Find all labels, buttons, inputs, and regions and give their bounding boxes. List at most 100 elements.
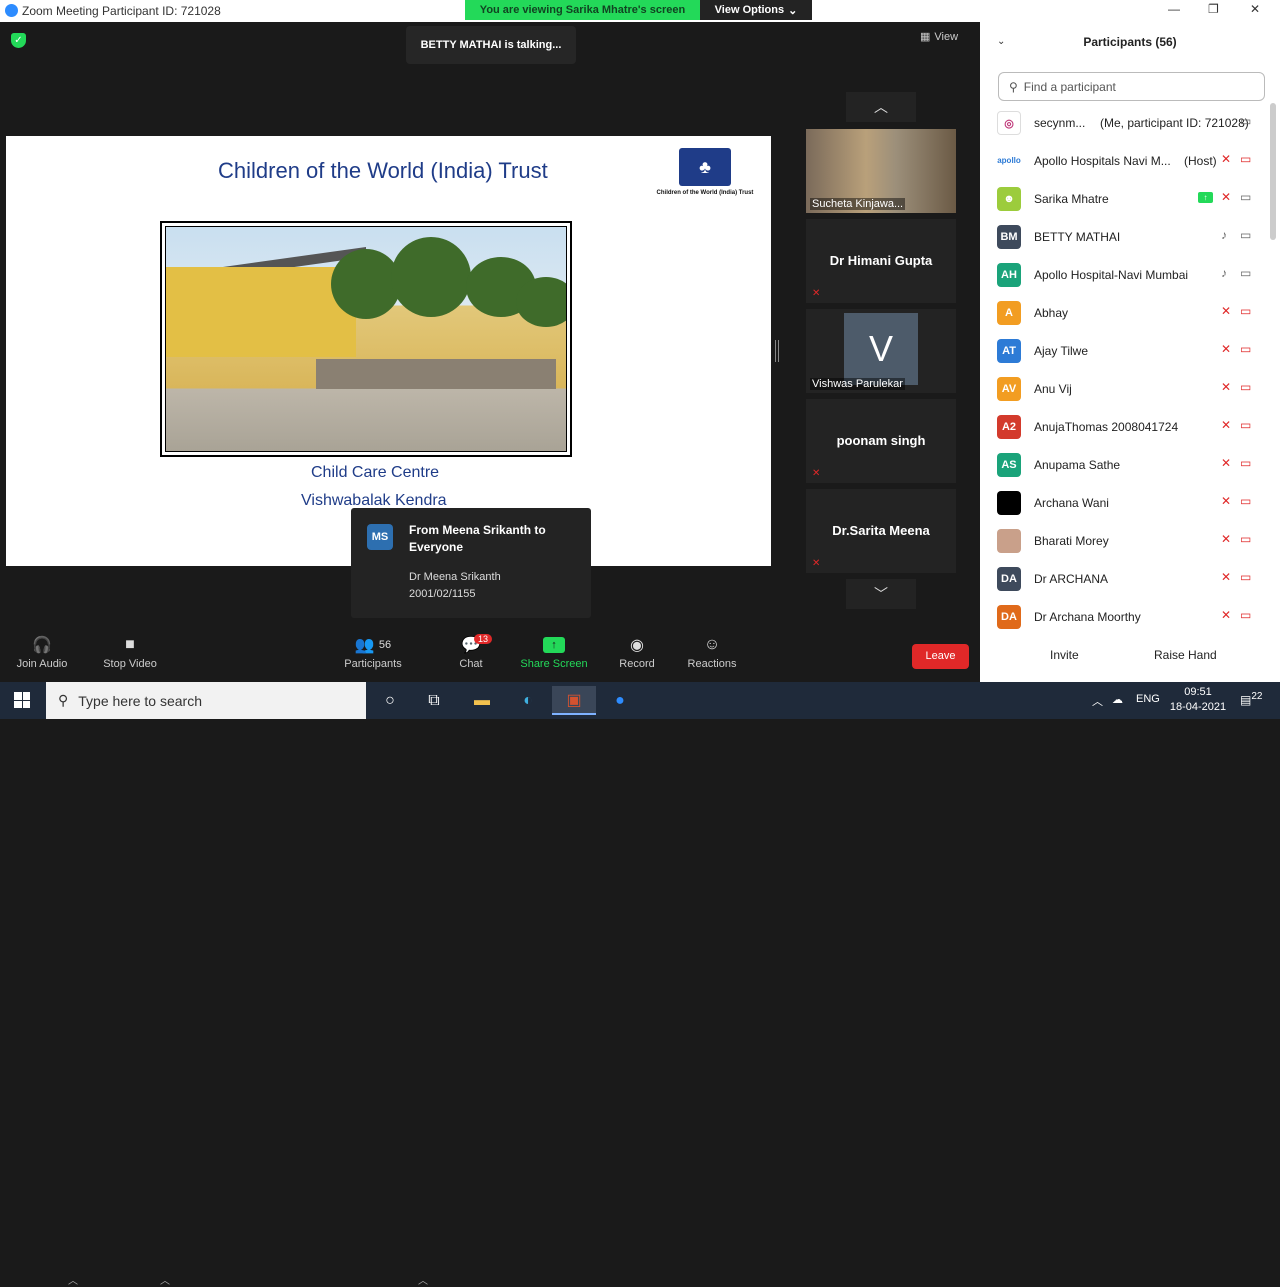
tile-name: Dr.Sarita Meena [832,523,930,538]
invite-button[interactable]: Invite [1050,648,1079,662]
windows-start-icon[interactable] [14,692,30,708]
view-button[interactable]: ▦ View [920,30,958,44]
participant-row[interactable]: AH Apollo Hospital-Navi Mumbai ♪ ▭ [980,256,1270,294]
mic-icon[interactable]: ♪ [1221,266,1227,280]
video-off-icon[interactable]: ▭ [1240,380,1251,394]
edge-browser-icon[interactable]: ◐ [506,686,550,715]
mic-muted-icon[interactable]: ✕ [1221,570,1231,584]
share-screen-button[interactable]: ↑ Share Screen [516,632,592,670]
video-off-icon[interactable]: ▭ [1240,152,1251,166]
close-icon[interactable]: ✕ [1250,2,1260,16]
language-indicator[interactable]: ENG [1136,693,1160,705]
video-off-icon[interactable]: ▭ [1240,304,1251,318]
taskbar-search-input[interactable]: ⚲ Type here to search [46,682,366,719]
video-tile[interactable]: Dr Himani Gupta ✕ [806,219,956,303]
chat-notification[interactable]: MS From Meena Srikanth to Everyone Dr Me… [351,508,591,618]
minimize-icon[interactable]: — [1168,2,1180,16]
video-options-caret[interactable]: ︿ [160,1272,170,1287]
mic-muted-icon[interactable]: ✕ [1221,190,1231,204]
video-camera-icon: ■ [125,636,135,653]
tray-chevron-icon[interactable]: ︿ [1092,693,1103,709]
taskbar-clock[interactable]: 09:51 18-04-2021 [1168,685,1228,715]
gallery-up-button[interactable]: ︿ [846,92,916,122]
participant-search-input[interactable]: ⚲ Find a participant [998,72,1265,101]
video-tile[interactable]: Sucheta Kinjawa... [806,129,956,213]
notification-icon[interactable]: ▤22 [1240,691,1262,707]
participant-row[interactable]: AV Anu Vij ✕ ▭ [980,370,1270,408]
slide-caption-1: Child Care Centre [311,464,440,481]
participant-row[interactable]: Bharati Morey ✕ ▭ [980,522,1270,560]
participant-row[interactable]: A2 AnujaThomas 2008041724 ✕ ▭ [980,408,1270,446]
participants-scrollbar[interactable] [1270,103,1276,240]
video-off-icon[interactable]: ▭ [1240,608,1251,622]
participant-row[interactable]: ◎ secynm... (Me, participant ID: 721028)… [980,104,1270,142]
participant-row[interactable]: apollo Apollo Hospitals Navi M... (Host)… [980,142,1270,180]
splitter-handle[interactable] [775,340,779,362]
gallery-down-button[interactable]: ﹀ [846,579,916,609]
mic-muted-icon[interactable]: ✕ [1221,304,1231,318]
video-off-icon[interactable]: ▭ [1240,570,1251,584]
reactions-button[interactable]: ☺ Reactions [682,632,742,670]
mic-muted-icon[interactable]: ✕ [1221,494,1231,508]
participant-row[interactable]: Archana Wani ✕ ▭ [980,484,1270,522]
mic-muted-icon: ✕ [812,468,821,479]
chevron-up-icon: ︿ [874,99,888,115]
stop-video-button[interactable]: ■ Stop Video [98,632,162,670]
leave-button[interactable]: Leave [912,644,969,669]
participant-avatar: ☻ [997,187,1021,211]
zoom-app-icon[interactable]: ● [598,686,642,715]
participants-options-caret[interactable]: ︿ [418,1272,428,1287]
video-off-icon[interactable]: ▭ [1240,418,1251,432]
participant-row[interactable]: DA Dr ARCHANA ✕ ▭ [980,560,1270,598]
record-button[interactable]: ◉ Record [612,632,662,670]
mic-muted-icon[interactable]: ✕ [1221,342,1231,356]
shield-icon[interactable]: ✓ [11,33,26,48]
video-tile[interactable]: poonam singh ✕ [806,399,956,483]
viewing-label: You are viewing Sarika Mhatre's screen [465,0,700,20]
audio-options-caret[interactable]: ︿ [68,1272,78,1287]
participant-row[interactable]: AT Ajay Tilwe ✕ ▭ [980,332,1270,370]
participants-button[interactable]: 👥 56 Participants [338,632,408,670]
mic-muted-icon[interactable]: ✕ [1221,608,1231,622]
mic-muted-icon[interactable]: ✕ [1221,532,1231,546]
video-off-icon[interactable]: ▭ [1240,494,1251,508]
share-screen-label: Share Screen [520,658,588,670]
mic-muted-icon[interactable]: ✕ [1221,418,1231,432]
video-off-icon[interactable]: ▭ [1240,456,1251,470]
participant-name: Archana Wani [1034,496,1109,510]
sharing-icon: ↑ [1198,192,1213,203]
participant-tag: (Me, participant ID: 721028) [1100,116,1249,130]
video-icon[interactable]: ▭ [1240,266,1251,280]
participant-row[interactable]: DA Dr Archana Moorthy ✕ ▭ [980,598,1270,632]
mic-icon[interactable]: ♪ [1221,228,1227,242]
participant-row[interactable]: AS Anupama Sathe ✕ ▭ [980,446,1270,484]
view-options-button[interactable]: View Options ⌄ [700,0,812,20]
video-off-icon[interactable]: ▭ [1240,342,1251,356]
join-audio-button[interactable]: 🎧 Join Audio [10,632,74,670]
mic-muted-icon[interactable]: ✕ [1221,456,1231,470]
participant-avatar: AV [997,377,1021,401]
video-tile[interactable]: V Vishwas Parulekar [806,309,956,393]
chevron-down-icon: ⌄ [788,4,798,17]
cortana-icon[interactable]: ○ [368,686,412,715]
restore-icon[interactable]: ❐ [1208,2,1219,16]
video-icon[interactable]: ▭ [1240,228,1251,242]
participant-row[interactable]: ☻ Sarika Mhatre ↑ ✕ ▭ [980,180,1270,218]
video-tile[interactable]: Dr.Sarita Meena ✕ [806,489,956,573]
participant-row[interactable]: A Abhay ✕ ▭ [980,294,1270,332]
participant-row[interactable]: BM BETTY MATHAI ♪ ▭ [980,218,1270,256]
cloud-icon[interactable]: ☁ [1112,693,1123,706]
video-icon[interactable]: ▭ [1240,114,1251,128]
video-off-icon[interactable]: ▭ [1240,532,1251,546]
task-view-icon[interactable]: ⧉ [412,686,456,715]
raise-hand-button[interactable]: Raise Hand [1154,648,1217,662]
powerpoint-icon[interactable]: ▣ [552,686,596,715]
participants-count: 56 [378,639,392,651]
slide-title: Children of the World (India) Trust [218,158,548,183]
chevron-down-icon: ﹀ [874,586,888,602]
video-icon[interactable]: ▭ [1240,190,1251,204]
mic-muted-icon[interactable]: ✕ [1221,152,1231,166]
file-explorer-icon[interactable]: ▬ [460,686,504,715]
search-icon: ⚲ [58,692,69,708]
mic-muted-icon[interactable]: ✕ [1221,380,1231,394]
